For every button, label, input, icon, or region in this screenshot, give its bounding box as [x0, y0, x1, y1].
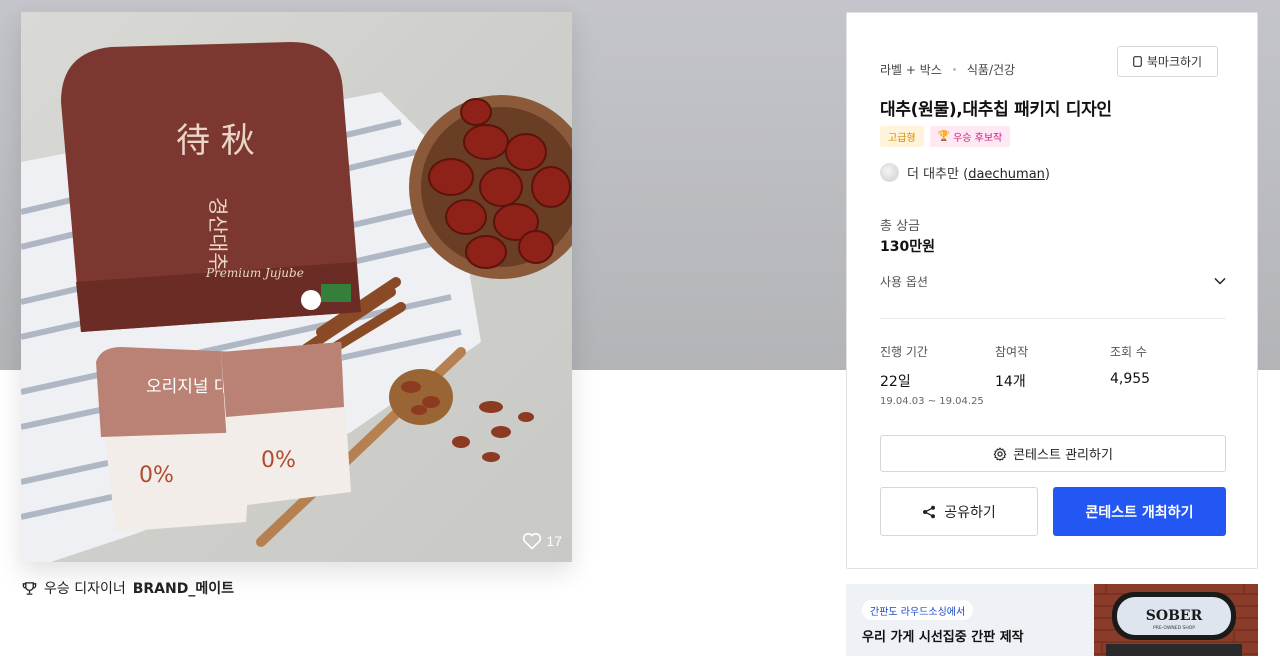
- breadcrumb-separator: [952, 68, 956, 71]
- pouch-percent-text: 0%: [139, 463, 174, 488]
- badge-group: 고급형 🏆 우승 후보작: [880, 126, 1011, 147]
- bookmark-icon: [1132, 56, 1142, 67]
- product-photo: 待 秋 경산대추 Premium Jujube 오리지널 대추칩 0% 0%: [21, 42, 572, 562]
- pouch-back-percent-text: 0%: [261, 448, 296, 473]
- candidate-badge: 🏆 우승 후보작: [929, 126, 1011, 147]
- owner-paren-close: ): [1044, 167, 1050, 182]
- winner-prefix: 우승 디자이너: [44, 581, 126, 597]
- heart-icon: [523, 533, 542, 550]
- main-package-bag: 待 秋 경산대추 Premium Jujube: [61, 42, 361, 332]
- views-value: 4,955: [1110, 371, 1151, 387]
- usage-options-label: 사용 옵션: [880, 274, 928, 289]
- owner-handle-link[interactable]: daechuman: [968, 167, 1045, 182]
- ad-signboard-photo: SOBER PRE-OWNED SHOP: [1094, 584, 1258, 656]
- winner-designer[interactable]: BRAND_메이트: [133, 578, 234, 598]
- host-contest-button[interactable]: 콘테스트 개최하기: [1053, 487, 1226, 536]
- candidate-badge-label: 우승 후보작: [953, 133, 1003, 144]
- prize-value: 130만원: [880, 239, 935, 255]
- category-breadcrumb: 라벨 + 박스 식품/건강: [880, 61, 1015, 78]
- views-label: 조회 수: [1110, 345, 1147, 359]
- trophy-icon: [22, 581, 37, 595]
- bag-script-text: Premium Jujube: [205, 266, 304, 280]
- ad-sign-subtext: PRE-OWNED SHOP: [1153, 625, 1195, 631]
- contest-info-card: 라벨 + 박스 식품/건강 북마크하기 대추(원물),대추칩 패키지 디자인 고…: [846, 12, 1258, 569]
- period-label: 진행 기간: [880, 345, 928, 359]
- signboard-ad-banner[interactable]: 간판도 라우드소싱에서 우리 가게 시선집중 간판 제작 SOBER PRE-O…: [846, 584, 1258, 656]
- ad-tag: 간판도 라우드소싱에서: [862, 600, 974, 620]
- snack-pouch-back: 0%: [221, 342, 351, 507]
- entries-value: 14개: [995, 374, 1026, 390]
- bag-chinese-text: 待 秋: [176, 121, 255, 161]
- avatar[interactable]: [880, 163, 899, 182]
- trophy-emoji-icon: 🏆: [937, 131, 951, 142]
- contest-title: 대추(원물),대추칩 패키지 디자인: [880, 100, 1112, 120]
- bookmark-label: 북마크하기: [1146, 55, 1203, 69]
- owner-name: 더 대추만: [907, 167, 959, 182]
- like-count: 17: [546, 533, 562, 549]
- gear-icon: [993, 447, 1007, 461]
- stat-views: 조회 수 4,955: [1110, 343, 1150, 387]
- product-image[interactable]: 待 秋 경산대추 Premium Jujube 오리지널 대추칩 0% 0% 1…: [21, 12, 572, 562]
- chevron-down-icon: [1214, 277, 1226, 285]
- period-range: 19.04.03 ~ 19.04.25: [880, 396, 984, 407]
- contest-owner: 더 대추만 (daechuman): [880, 163, 1050, 182]
- period-value: 22일: [880, 374, 911, 390]
- category-primary[interactable]: 라벨 + 박스: [880, 61, 942, 78]
- like-counter[interactable]: 17: [522, 532, 562, 550]
- stat-period: 진행 기간 22일 19.04.03 ~ 19.04.25: [880, 343, 984, 407]
- category-secondary[interactable]: 식품/건강: [967, 61, 1015, 78]
- share-icon: [923, 505, 936, 518]
- premium-badge: 고급형: [880, 126, 924, 147]
- ad-sign-text: SOBER: [1146, 608, 1203, 624]
- bag-korean-text: 경산대추: [206, 197, 230, 271]
- entries-label: 참여작: [995, 345, 1029, 359]
- manage-contest-button[interactable]: 콘테스트 관리하기: [880, 435, 1226, 472]
- prize-label: 총 상금: [880, 219, 921, 234]
- stat-entries: 참여작 14개: [995, 343, 1028, 391]
- usage-options-toggle[interactable]: 사용 옵션: [880, 271, 1226, 291]
- winner-line: 우승 디자이너 BRAND_메이트: [22, 578, 234, 598]
- share-label: 공유하기: [944, 504, 996, 521]
- bookmark-button[interactable]: 북마크하기: [1117, 46, 1218, 77]
- share-button[interactable]: 공유하기: [880, 487, 1038, 536]
- manage-contest-label: 콘테스트 관리하기: [1013, 448, 1113, 463]
- ad-headline: 우리 가게 시선집중 간판 제작: [862, 630, 1024, 645]
- divider: [880, 318, 1226, 319]
